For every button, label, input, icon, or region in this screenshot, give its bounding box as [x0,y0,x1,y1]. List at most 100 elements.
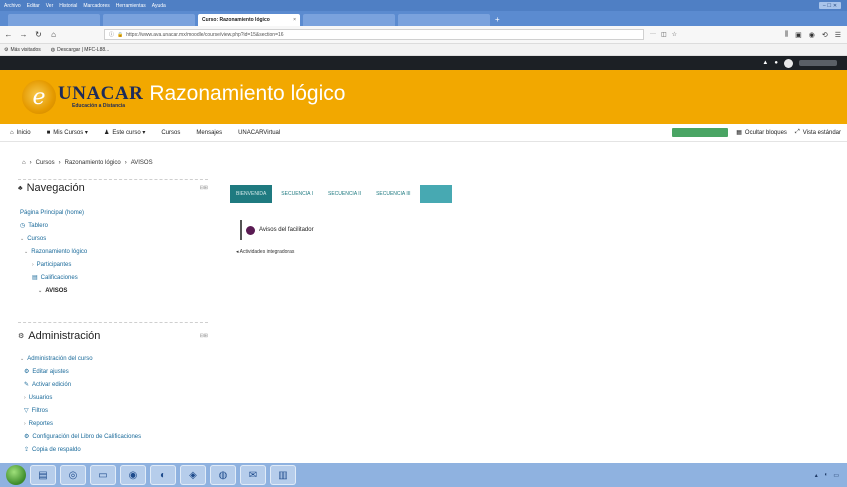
user-menu[interactable] [799,60,837,66]
chevron-down-icon: ⌄ [20,235,25,242]
site-logo[interactable]: e UNACAR Educación a Distancia [22,80,143,114]
nav-cursos[interactable]: Cursos [161,130,180,136]
bookmark-most-visited[interactable]: ⚙ Más visitados [4,47,41,53]
admin-item-label: Copia de respaldo [32,446,81,453]
nav-label: Este curso ▾ [112,130,146,136]
nav-item-label: AVISOS [45,287,68,294]
back-icon[interactable]: ← [4,30,13,39]
browser-tab[interactable] [398,14,490,26]
breadcrumb-cursos[interactable]: Cursos [36,160,55,166]
bookmarks-bar: ⚙ Más visitados ◍ Descargar | MFC-L88... [0,44,847,56]
standard-view-button[interactable]: ⤢ Vista estándar [795,129,841,136]
block-divider [18,322,208,323]
nav-courses[interactable]: ⌄ Cursos [18,232,208,245]
chrome-icon[interactable]: ◉ [120,465,146,485]
breadcrumb-current[interactable]: AVISOS [131,160,153,166]
app-icon[interactable]: ◈ [180,465,206,485]
start-button[interactable] [6,465,26,485]
admin-turn-editing[interactable]: ✎ Activar edición [18,378,208,391]
forward-icon[interactable]: → [19,30,28,39]
explorer-icon[interactable]: ▤ [30,465,56,485]
browser-tab[interactable] [303,14,395,26]
bookmark-star-icon[interactable]: ☆ [672,31,677,38]
block-controls[interactable]: ⊟⊞ [200,333,208,339]
browser-tab[interactable] [103,14,195,26]
hide-blocks-button[interactable]: ▦ Ocultar bloques [736,129,787,137]
info-icon[interactable]: ⓘ [109,31,114,38]
nav-unacarvirtual[interactable]: UNACARVirtual [238,130,280,136]
new-tab-button[interactable]: + [495,15,500,24]
admin-users[interactable]: › Usuarios [18,391,208,404]
home-icon[interactable]: ⌂ [22,160,26,166]
breadcrumb-course[interactable]: Razonamiento lógico [65,160,121,166]
more-icon[interactable]: ··· [650,31,656,38]
library-icon[interactable]: ⫼ [785,31,788,39]
forum-activity[interactable]: Avisos del facilitador [240,220,314,240]
nav-dashboard[interactable]: ◷ Tablero [18,219,208,232]
clock[interactable]: ▭ [833,472,839,479]
close-icon[interactable]: × [293,17,296,23]
menu-item-historial[interactable]: Historial [59,3,77,9]
menu-item-archivo[interactable]: Archivo [4,3,21,9]
pocket-icon[interactable]: ◫ [661,31,667,38]
users-icon: ♟ [103,130,110,136]
nav-avisos[interactable]: ⌄ AVISOS [18,284,208,297]
document-icon[interactable]: ▥ [270,465,296,485]
network-icon[interactable]: ▴ [815,472,818,479]
nav-participants[interactable]: › Participantes [18,258,208,271]
navigation-tree: Página Principal (home) ◷ Tablero ⌄ Cursos… [18,206,208,297]
admin-edit-settings[interactable]: ⚙ Editar ajustes [18,365,208,378]
admin-backup[interactable]: ⇪ Copia de respaldo [18,443,208,456]
avatar[interactable] [784,58,793,68]
window-controls[interactable]: – ☐ ✕ [819,2,841,9]
extension-icon[interactable]: ◉ [809,31,815,39]
menu-item-marcadores[interactable]: Marcadores [83,3,109,9]
nav-course[interactable]: ⌄ Razonamiento lógico [18,245,208,258]
nav-este-curso[interactable]: ♟ Este curso ▾ [104,129,145,136]
sync-icon[interactable]: ⟲ [822,31,828,39]
notification-icon[interactable]: ▲ [762,60,768,66]
nav-mis-cursos[interactable]: ■ Mis Cursos ▾ [47,129,88,137]
tab-bienvenida[interactable]: BIENVENIDA [230,185,273,203]
browser-tab-active[interactable]: Curso: Razonamiento lógico × [198,14,300,26]
edit-mode-button[interactable] [672,128,729,137]
messages-icon[interactable]: ● [774,60,778,66]
media-icon[interactable]: ◎ [60,465,86,485]
previous-section-link[interactable]: ◂ Actividades integradoras [236,249,294,255]
section-tabs: BIENVENIDA SECUENCIA I SECUENCIA II SECU… [230,185,452,203]
admin-filters[interactable]: ▽ Filtros [18,404,208,417]
browser-nav-bar: ← → ↻ ⌂ ⓘ 🔒 https://www.ava.unacar.mx/mo… [0,26,847,44]
dashboard-icon: ◷ [20,223,26,229]
menu-item-editar[interactable]: Editar [27,3,40,9]
nav-grades[interactable]: ▤ Calificaciones [18,271,208,284]
tab-secuencia-2[interactable]: SECUENCIA II [321,185,368,203]
tab-secuencia-1[interactable]: SECUENCIA I [275,185,319,203]
nav-home[interactable]: Página Principal (home) [18,206,208,219]
menu-icon[interactable]: ☰ [835,31,841,39]
menu-item-ver[interactable]: Ver [46,3,54,9]
firefox-icon[interactable]: ◐ [150,465,176,485]
nav-inicio[interactable]: ⌂ Inicio [10,130,31,136]
nav-mensajes[interactable]: Mensajes [196,130,222,136]
tab-avisos[interactable] [419,185,452,203]
block-header: ♣ Navegación ⊟⊞ [18,182,208,194]
admin-item-label: Activar edición [32,381,72,388]
sidebar-icon[interactable]: ▣ [795,31,802,39]
mail-icon[interactable]: ✉ [240,465,266,485]
admin-reports[interactable]: › Reportes [18,417,208,430]
admin-gradebook-setup[interactable]: ⚙ Configuración del Libro de Calificacion… [18,430,208,443]
home-icon[interactable]: ⌂ [49,30,58,39]
browser-icon[interactable]: ◍ [210,465,236,485]
reload-icon[interactable]: ↻ [34,30,43,39]
browser-tab[interactable] [8,14,100,26]
url-bar[interactable]: ⓘ 🔒 https://www.ava.unacar.mx/moodle/cou… [104,29,644,40]
bookmark-label: Más visitados [10,46,41,53]
bookmark-download[interactable]: ◍ Descargar | MFC-L88... [51,47,110,53]
folder-icon[interactable]: ▭ [90,465,116,485]
tab-secuencia-3[interactable]: SECUENCIA III [370,185,417,203]
menu-item-ayuda[interactable]: Ayuda [152,3,166,9]
admin-course-admin[interactable]: ⌄ Administración del curso [18,352,208,365]
block-controls[interactable]: ⊟⊞ [200,185,208,191]
menu-item-herramientas[interactable]: Herramientas [116,3,146,9]
volume-icon[interactable]: ◖ [824,472,828,479]
